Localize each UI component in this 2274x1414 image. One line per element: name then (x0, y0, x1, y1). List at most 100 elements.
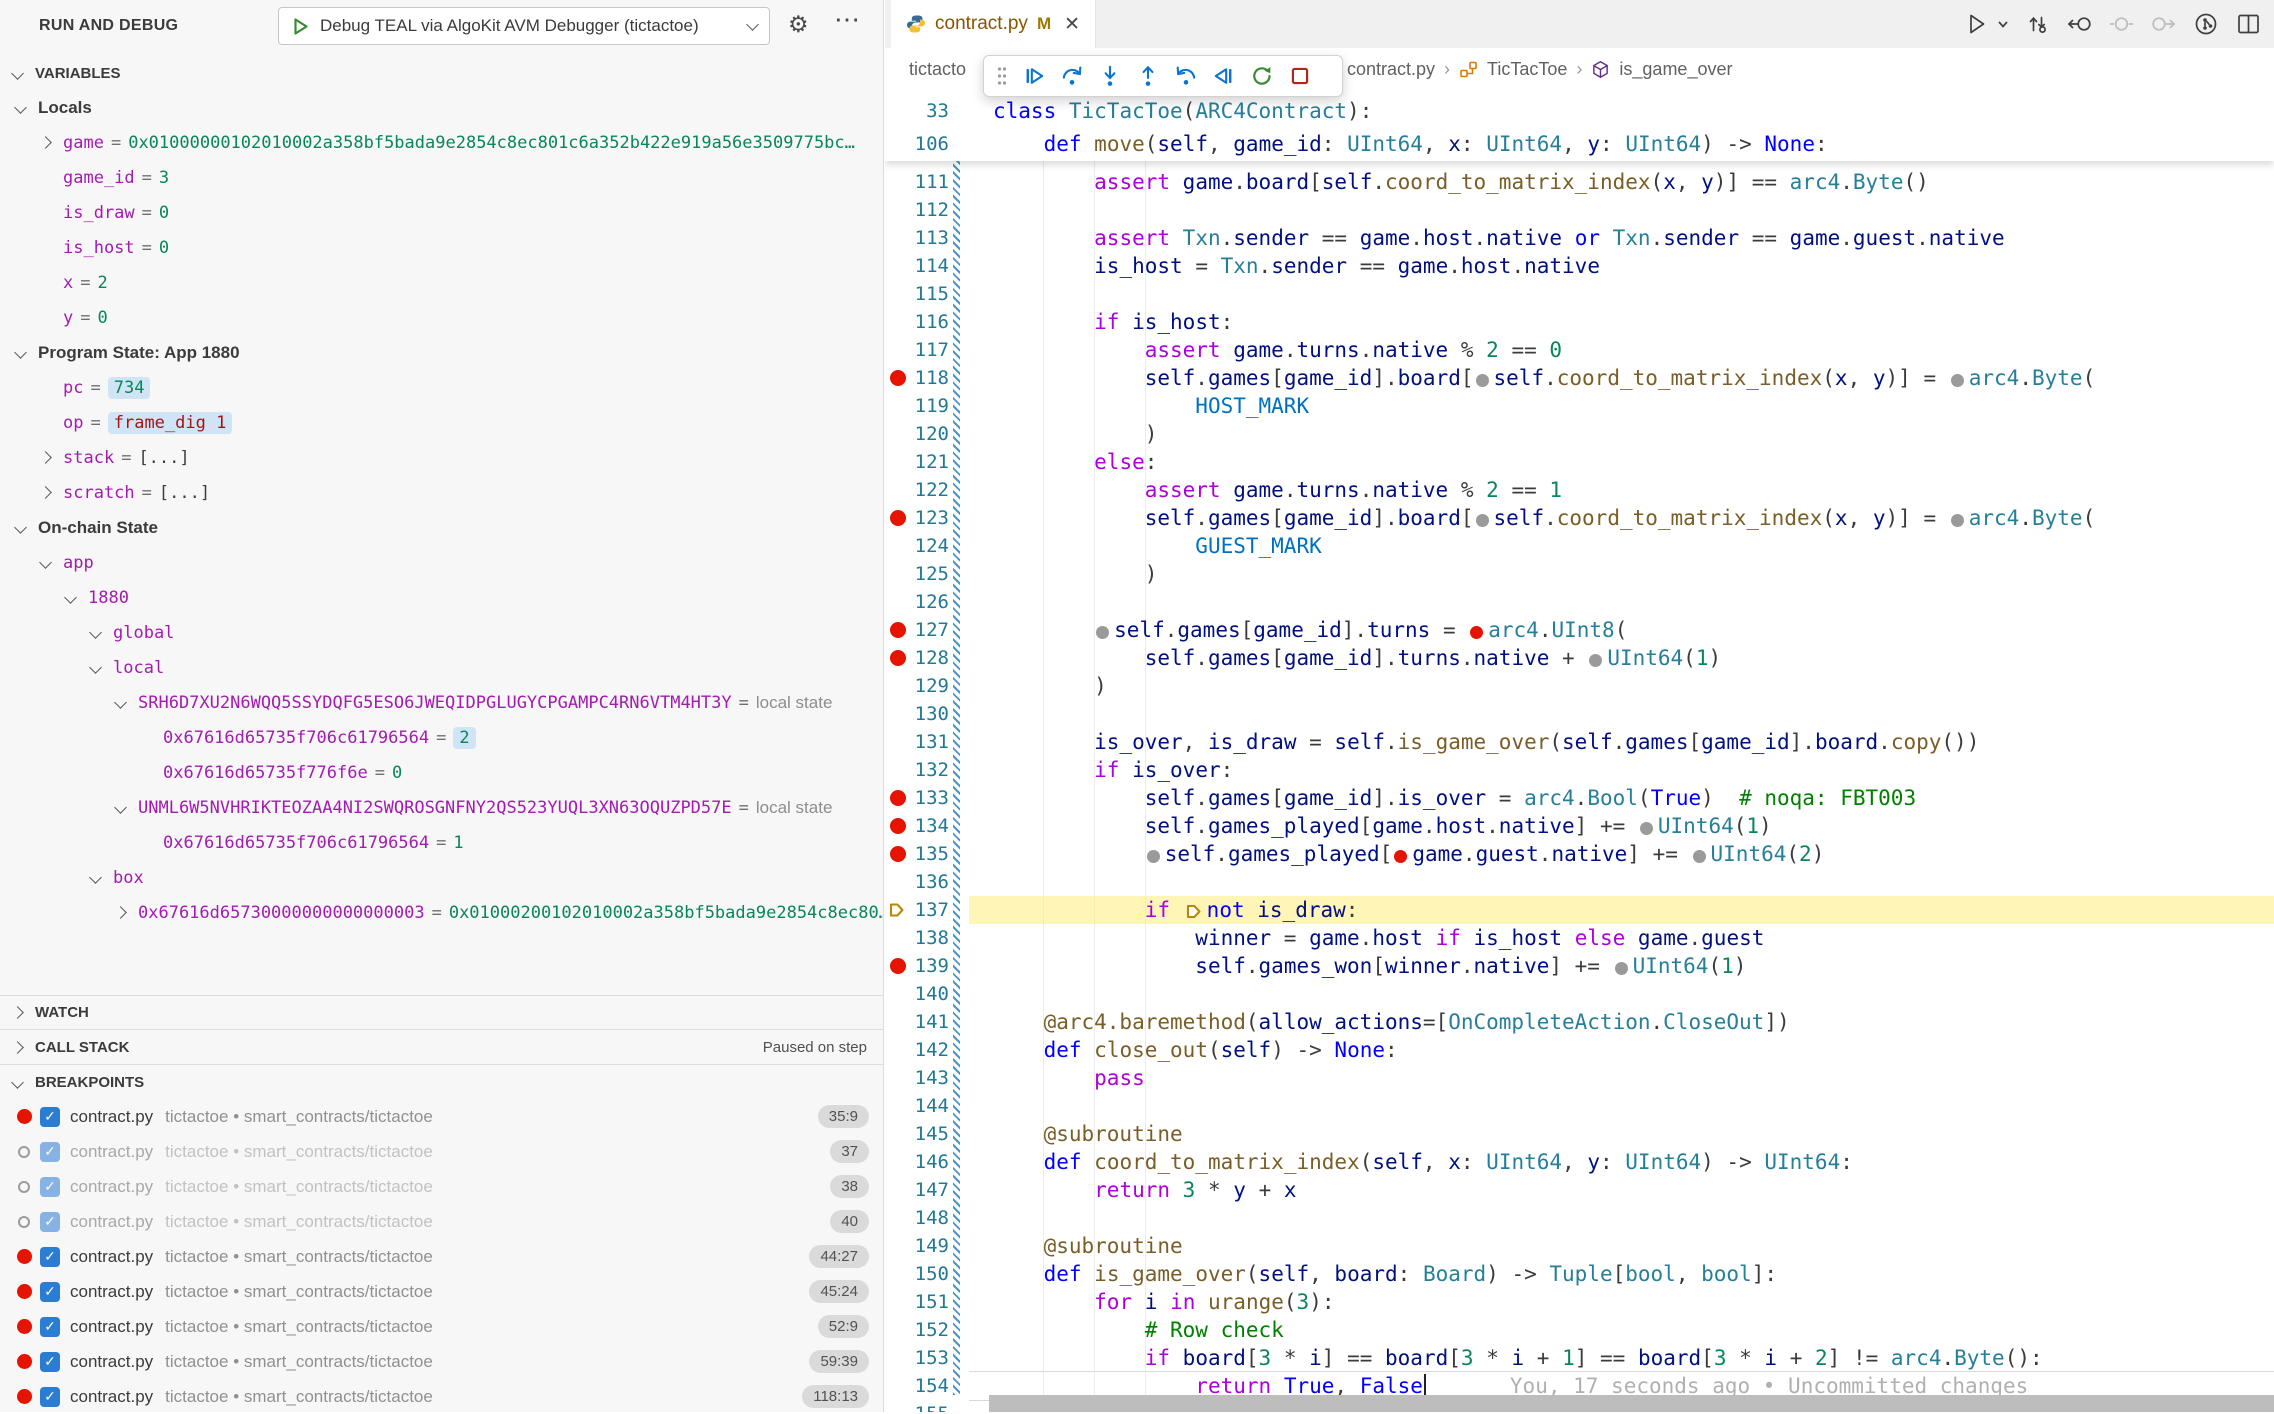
stop-button[interactable] (1281, 58, 1319, 94)
line-number[interactable]: 150 (899, 1260, 949, 1288)
line-number[interactable]: 116 (899, 308, 949, 336)
chevron-down-icon[interactable] (16, 348, 38, 357)
code-line[interactable]: 124 GUEST_MARK (885, 532, 2274, 560)
line-number[interactable]: 128 (899, 644, 949, 672)
inline-breakpoint-red-icon[interactable] (1394, 850, 1407, 863)
code-line[interactable]: 113 assert Txn.sender == game.host.nativ… (885, 224, 2274, 252)
code-line[interactable]: 118 self.games[game_id].board[self.coord… (885, 364, 2274, 392)
debug-config-dropdown[interactable]: Debug TEAL via AlgoKit AVM Debugger (tic… (278, 7, 770, 45)
watch-section-header[interactable]: WATCH (0, 995, 883, 1029)
chevron-right-icon[interactable] (41, 488, 63, 497)
chevron-down-icon[interactable] (16, 523, 38, 532)
chevron-right-icon[interactable] (41, 453, 63, 462)
line-number[interactable]: 114 (899, 252, 949, 280)
breakpoint-checkbox[interactable]: ✓ (40, 1212, 60, 1232)
scope-row[interactable]: Locals (0, 90, 883, 125)
breadcrumb-item-file[interactable]: contract.py (1347, 59, 1435, 80)
inline-breakpoint-gray-icon[interactable] (1951, 374, 1964, 387)
sticky-line[interactable]: 33class TicTacToe(ARC4Contract): (885, 95, 2274, 128)
variable-row[interactable]: global (0, 615, 883, 650)
code-line[interactable]: 136 (885, 868, 2274, 896)
line-number[interactable]: 123 (899, 504, 949, 532)
line-number[interactable]: 121 (899, 448, 949, 476)
line-number[interactable]: 155 (899, 1400, 949, 1412)
scope-row[interactable]: On-chain State (0, 510, 883, 545)
line-number[interactable]: 144 (899, 1092, 949, 1120)
inline-breakpoint-gray-icon[interactable] (1147, 850, 1160, 863)
breadcrumb-item-class[interactable]: TicTacToe (1487, 59, 1567, 80)
breakpoint-row[interactable]: ✓contract.pytictactoe • smart_contracts/… (0, 1099, 883, 1134)
step-out-button[interactable] (1129, 58, 1167, 94)
code-line[interactable]: 125 ) (885, 560, 2274, 588)
code-line[interactable]: 116 if is_host: (885, 308, 2274, 336)
inline-breakpoint-gray-icon[interactable] (1951, 514, 1964, 527)
chevron-down-icon[interactable] (41, 558, 63, 567)
code-line[interactable]: 130 (885, 700, 2274, 728)
code-line[interactable]: 133 self.games[game_id].is_over = arc4.B… (885, 784, 2274, 812)
code-line[interactable]: 147 return 3 * y + x (885, 1176, 2274, 1204)
code-line[interactable]: 148 (885, 1204, 2274, 1232)
inline-breakpoint-red-icon[interactable] (1470, 626, 1483, 639)
code-line[interactable]: 145 @subroutine (885, 1120, 2274, 1148)
code-line[interactable]: 120 ) (885, 420, 2274, 448)
code-line[interactable]: 146 def coord_to_matrix_index(self, x: U… (885, 1148, 2274, 1176)
line-number[interactable]: 118 (899, 364, 949, 392)
code-line[interactable]: 135 self.games_played[game.guest.native]… (885, 840, 2274, 868)
code-editor[interactable]: 111 assert game.board[self.coord_to_matr… (885, 95, 2274, 1412)
variable-row[interactable]: is_host=0 (0, 230, 883, 265)
line-number[interactable]: 119 (899, 392, 949, 420)
code-line[interactable]: 153 if board[3 * i] == board[3 * i + 1] … (885, 1344, 2274, 1372)
line-number[interactable]: 152 (899, 1316, 949, 1344)
line-number[interactable]: 154 (899, 1372, 949, 1400)
breakpoints-section-header[interactable]: BREAKPOINTS (0, 1064, 883, 1099)
code-line[interactable]: 134 self.games_played[game.host.native] … (885, 812, 2274, 840)
breakpoint-row[interactable]: ✓contract.pytictactoe • smart_contracts/… (0, 1274, 883, 1309)
more-actions-icon[interactable]: ⋯ (834, 4, 860, 35)
variable-row[interactable]: 0x67616d65735f706c61796564=2 (0, 720, 883, 755)
line-number[interactable]: 139 (899, 952, 949, 980)
variable-row[interactable]: is_draw=0 (0, 195, 883, 230)
code-line[interactable]: 127 self.games[game_id].turns = arc4.UIn… (885, 616, 2274, 644)
line-number[interactable]: 129 (899, 672, 949, 700)
code-line[interactable]: 122 assert game.turns.native % 2 == 1 (885, 476, 2274, 504)
code-line[interactable]: 117 assert game.turns.native % 2 == 0 (885, 336, 2274, 364)
variable-row[interactable]: y=0 (0, 300, 883, 335)
line-number[interactable]: 127 (899, 616, 949, 644)
code-line[interactable]: 123 self.games[game_id].board[self.coord… (885, 504, 2274, 532)
code-line[interactable]: 112 (885, 196, 2274, 224)
code-line[interactable]: 138 winner = game.host if is_host else g… (885, 924, 2274, 952)
chevron-down-icon[interactable] (116, 803, 138, 812)
step-into-button[interactable] (1091, 58, 1129, 94)
inline-breakpoint-gray-icon[interactable] (1615, 962, 1628, 975)
code-line[interactable]: 144 (885, 1092, 2274, 1120)
breakpoint-row[interactable]: ✓contract.pytictactoe • smart_contracts/… (0, 1134, 883, 1169)
breakpoint-checkbox[interactable]: ✓ (40, 1142, 60, 1162)
step-back-circle-icon[interactable] (2066, 11, 2093, 37)
line-number[interactable]: 130 (899, 700, 949, 728)
line-number[interactable]: 147 (899, 1176, 949, 1204)
code-line[interactable]: 129 ) (885, 672, 2274, 700)
chevron-down-icon[interactable] (116, 698, 138, 707)
variable-row[interactable]: local (0, 650, 883, 685)
line-number[interactable]: 141 (899, 1008, 949, 1036)
code-line[interactable]: 149 @subroutine (885, 1232, 2274, 1260)
continue-button[interactable] (1015, 58, 1053, 94)
breakpoint-checkbox[interactable]: ✓ (40, 1107, 60, 1127)
chevron-right-icon[interactable] (116, 908, 138, 917)
line-number[interactable]: 142 (899, 1036, 949, 1064)
inline-breakpoint-gray-icon[interactable] (1096, 626, 1109, 639)
breakpoint-checkbox[interactable]: ✓ (40, 1387, 60, 1407)
breakpoint-row[interactable]: ✓contract.pytictactoe • smart_contracts/… (0, 1344, 883, 1379)
variable-row[interactable]: 0x67616d65735f776f6e=0 (0, 755, 883, 790)
chevron-down-icon[interactable] (91, 628, 113, 637)
chevron-down-icon[interactable] (1996, 17, 2010, 31)
line-number[interactable]: 136 (899, 868, 949, 896)
line-number[interactable]: 138 (899, 924, 949, 952)
code-line[interactable]: 121 else: (885, 448, 2274, 476)
breakpoint-row[interactable]: ✓contract.pytictactoe • smart_contracts/… (0, 1204, 883, 1239)
line-number[interactable]: 111 (899, 168, 949, 196)
tab-contract-py[interactable]: contract.py M ✕ (891, 0, 1096, 48)
line-number[interactable]: 148 (899, 1204, 949, 1232)
code-line[interactable]: 143 pass (885, 1064, 2274, 1092)
line-number[interactable]: 151 (899, 1288, 949, 1316)
